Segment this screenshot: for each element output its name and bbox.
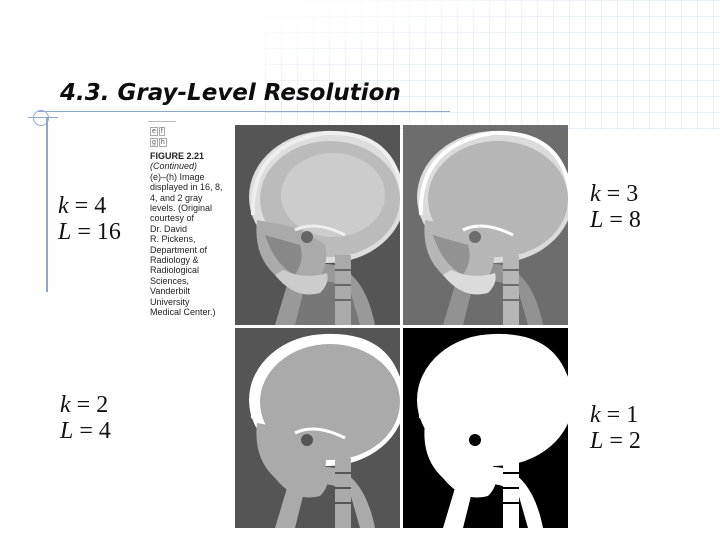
caption-line: Department of: [150, 244, 208, 255]
k-value: = 1: [600, 402, 639, 428]
k-value: = 2: [70, 392, 109, 418]
caption-line: courtesy of: [150, 213, 195, 224]
skull-image-2-levels: [403, 328, 568, 528]
caption-line: Medical Center.): [150, 307, 216, 318]
caption-line: levels. (Original: [150, 203, 213, 214]
caption-line: Radiological: [150, 265, 200, 276]
label-top-right: k = 3 L = 8: [590, 181, 641, 233]
caption-line: displayed in 16, 8,: [150, 182, 223, 193]
k-symbol: k: [590, 402, 601, 428]
k-value: = 3: [600, 181, 639, 207]
caption-line: Dr. David: [150, 223, 188, 234]
caption-line: Radiology &: [150, 255, 199, 266]
tile-f: f: [158, 127, 165, 136]
l-value: = 16: [71, 219, 121, 245]
figure-continued: (Continued): [150, 161, 198, 172]
caption-line: Vanderbilt: [150, 286, 190, 297]
label-top-left: k = 4 L = 16: [58, 193, 121, 245]
caption-line: University: [150, 296, 190, 307]
panel-tiles-bottom: gh: [150, 136, 230, 147]
l-value: = 2: [603, 428, 641, 454]
k-value: = 4: [68, 193, 107, 219]
l-symbol: L: [60, 418, 74, 444]
k-symbol: k: [590, 181, 601, 207]
l-symbol: L: [58, 219, 72, 245]
left-vertical-rule: [46, 117, 48, 292]
l-value: = 4: [73, 418, 111, 444]
caption-line: Sciences,: [150, 275, 190, 286]
label-bottom-left: k = 2 L = 4: [60, 392, 111, 444]
skull-image-16-levels: [235, 125, 400, 325]
skull-image-4-levels: [235, 328, 400, 528]
caption-rule: [148, 121, 176, 122]
tile-h: h: [158, 138, 167, 147]
l-symbol: L: [590, 207, 604, 233]
l-symbol: L: [590, 428, 604, 454]
k-symbol: k: [60, 392, 71, 418]
caption-line: (e)–(h) Image: [150, 171, 205, 182]
figure-caption: ef gh FIGURE 2.21 (Continued) (e)–(h) Im…: [150, 125, 230, 318]
skull-image-8-levels: [403, 125, 568, 325]
tile-e: e: [150, 127, 158, 136]
caption-line: R. Pickens,: [150, 234, 196, 245]
caption-line: 4, and 2 gray: [150, 192, 203, 203]
figure-label: FIGURE 2.21: [150, 151, 205, 161]
k-symbol: k: [58, 193, 69, 219]
label-bottom-right: k = 1 L = 2: [590, 402, 641, 454]
panel-tiles-top: ef: [150, 125, 230, 136]
l-value: = 8: [603, 207, 641, 233]
title-underline: [38, 111, 450, 112]
tile-g: g: [150, 138, 158, 147]
slide-title: 4.3. Gray-Level Resolution: [60, 80, 401, 106]
